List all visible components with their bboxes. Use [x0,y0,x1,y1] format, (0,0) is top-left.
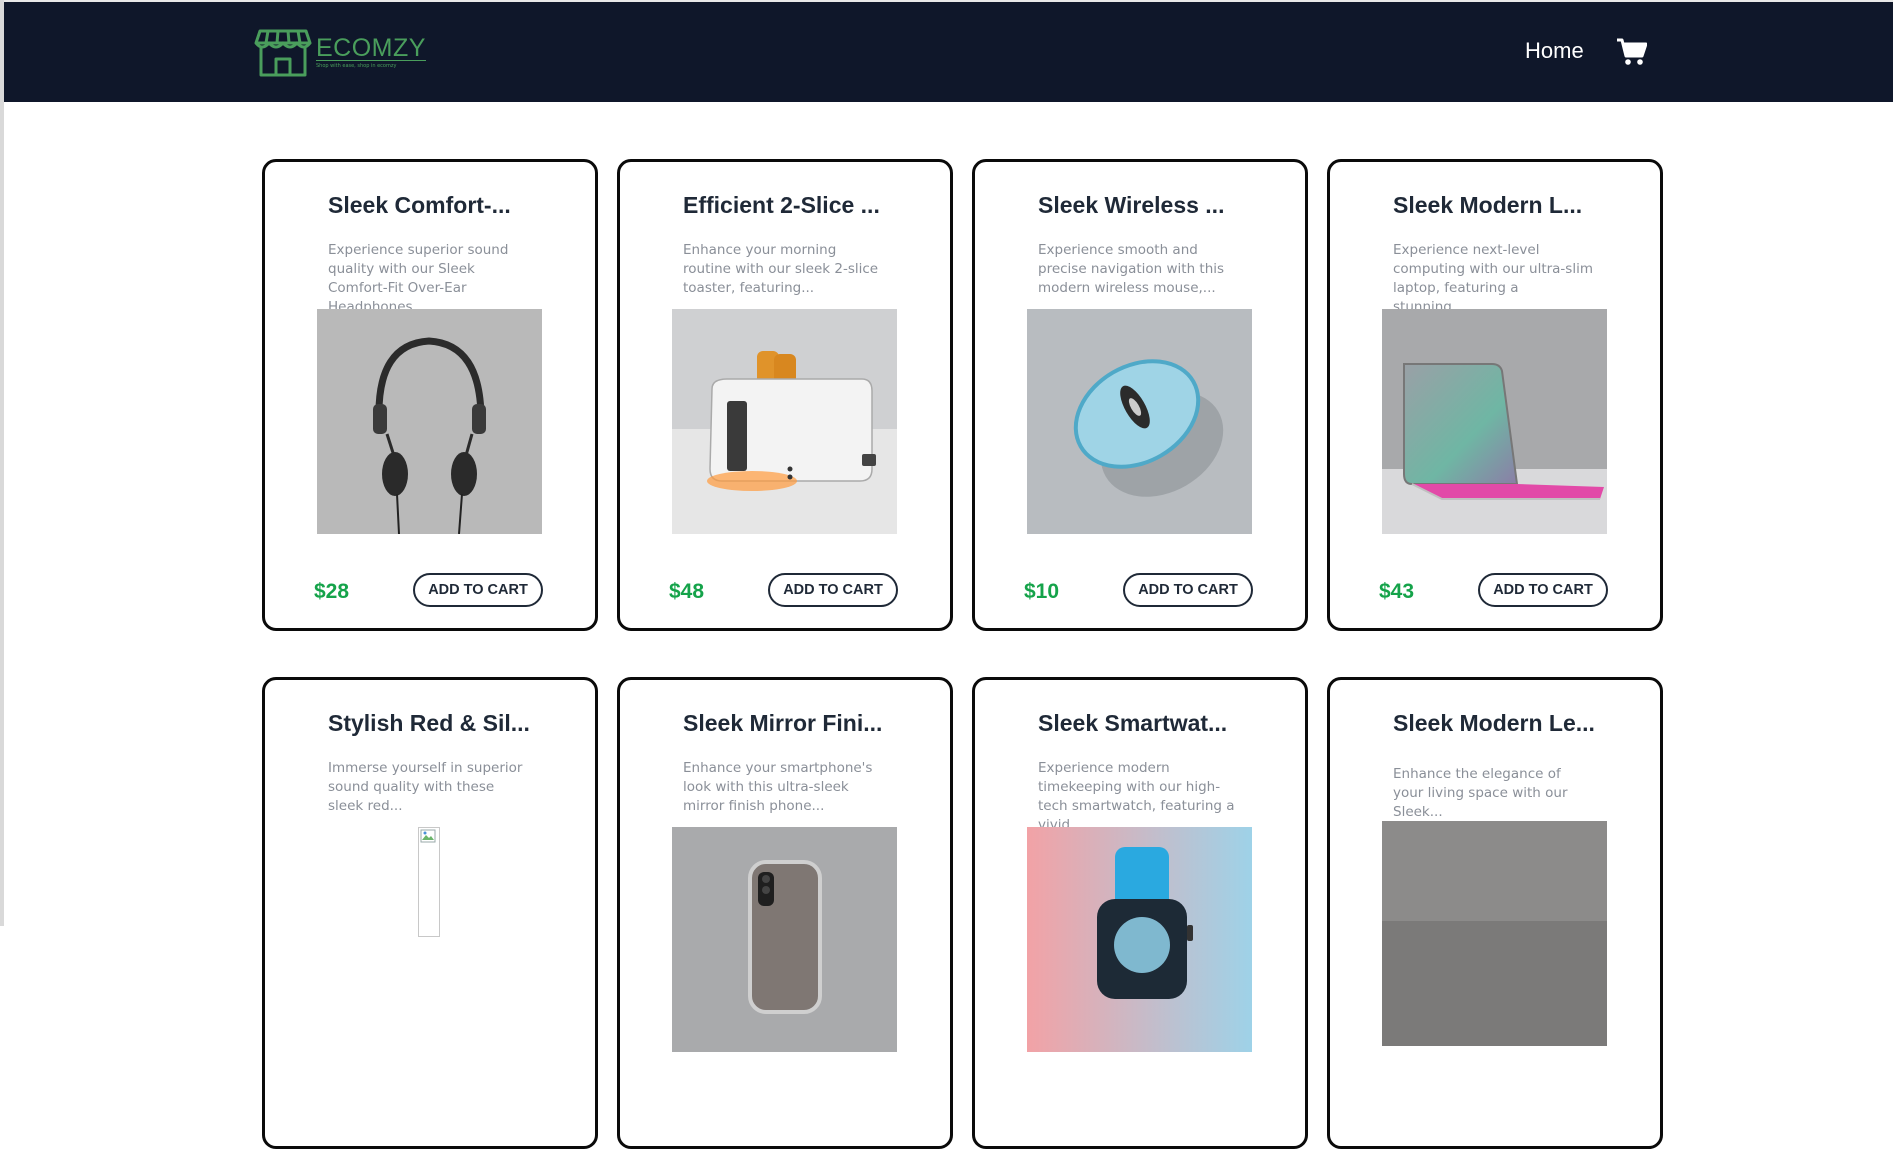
product-title: Sleek Wireless ... [1038,192,1225,218]
add-to-cart-button[interactable]: ADD TO CART [413,573,543,607]
add-to-cart-button[interactable]: ADD TO CART [1123,573,1253,607]
smartwatch-image [1027,827,1252,1052]
product-description: Immerse yourself in superior sound quali… [328,760,523,814]
add-to-cart-button[interactable]: ADD TO CART [768,573,898,607]
furniture-image [1382,821,1607,1046]
logo-tagline: Shop with ease, shop in ecomzy [316,63,397,69]
phone-case-image [672,827,897,1052]
product-price: $43 [1379,580,1415,603]
product-card: Sleek Comfort-... Experience superior so… [262,159,598,631]
product-price: $28 [314,580,350,603]
logo-name: ECOMZY [316,34,426,62]
product-card: Sleek Smartwat... Experience modern time… [972,677,1308,1149]
product-description: Experience superior sound quality with o… [328,242,509,315]
nav-home-link[interactable]: Home [1525,38,1584,64]
product-title: Sleek Comfort-... [328,192,511,218]
product-price: $48 [669,580,705,603]
product-title: Sleek Modern Le... [1393,710,1595,736]
product-title: Efficient 2-Slice ... [683,192,880,218]
product-title: Sleek Mirror Fini... [683,710,883,736]
window-frame-left [0,0,4,926]
toaster-image [672,309,897,534]
product-card: Sleek Modern L... Experience next-level … [1327,159,1663,631]
product-card: Sleek Modern Le... Enhance the elegance … [1327,677,1663,1149]
navbar: ECOMZY Shop with ease, shop in ecomzy Ho… [4,2,1893,102]
product-description: Experience next-level computing with our… [1393,242,1593,315]
product-description: Enhance your smartphone's look with this… [683,760,873,814]
product-description: Experience modern timekeeping with our h… [1038,760,1235,833]
product-card: Sleek Mirror Fini... Enhance your smartp… [617,677,953,1149]
logo[interactable]: ECOMZY Shop with ease, shop in ecomzy [254,27,426,79]
shopping-cart-icon[interactable] [1617,38,1648,70]
product-card: Sleek Wireless ... Experience smooth and… [972,159,1308,631]
product-title: Sleek Smartwat... [1038,710,1228,736]
add-to-cart-button[interactable]: ADD TO CART [1478,573,1608,607]
mouse-image [1027,309,1252,534]
product-description: Enhance the elegance of your living spac… [1393,766,1568,820]
product-card: Stylish Red & Sil... Immerse yourself in… [262,677,598,1149]
product-description: Enhance your morning routine with our sl… [683,242,879,296]
product-title: Sleek Modern L... [1393,192,1583,218]
headphones-image [317,309,542,534]
product-price: $10 [1024,580,1060,603]
broken-image-icon [418,827,440,937]
product-card: Efficient 2-Slice ... Enhance your morni… [617,159,953,631]
laptop-image [1382,309,1607,534]
product-title: Stylish Red & Sil... [328,710,530,736]
store-icon [254,29,312,77]
product-description: Experience smooth and precise navigation… [1038,242,1225,296]
